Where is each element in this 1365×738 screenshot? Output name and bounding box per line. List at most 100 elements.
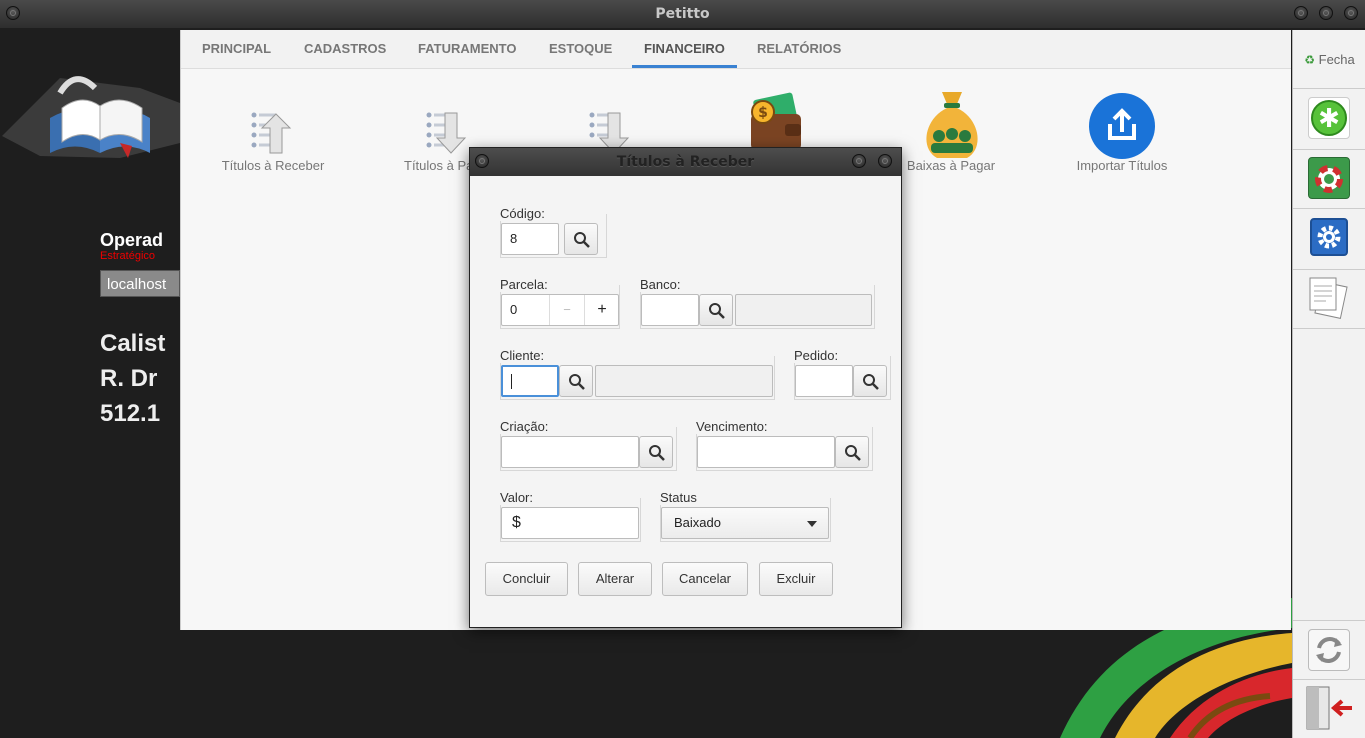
excluir-button[interactable]: Excluir [759, 562, 833, 596]
vencimento-search-button[interactable] [835, 436, 869, 468]
lifebuoy-icon [1315, 165, 1343, 193]
pedido-input[interactable] [795, 365, 853, 397]
gear-icon [1317, 225, 1341, 249]
wallet-icon: $ [751, 92, 801, 150]
codigo-label: Código: [500, 206, 545, 221]
cancelar-button[interactable]: Cancelar [662, 562, 748, 596]
tab-financeiro[interactable]: FINANCEIRO [632, 30, 737, 68]
concluir-button[interactable]: Concluir [485, 562, 568, 596]
cliente-search-button[interactable] [559, 365, 593, 397]
banco-input[interactable] [641, 294, 699, 326]
settings-button[interactable] [1310, 218, 1348, 256]
banco-name-field [735, 294, 872, 326]
search-icon [574, 232, 590, 248]
money-bag-icon [926, 92, 978, 158]
dialog-menu-icon[interactable] [475, 154, 489, 168]
tool-importar-titulos[interactable]: Importar Títulos [1057, 88, 1187, 173]
svg-text:✱: ✱ [1318, 104, 1340, 134]
banco-search-button[interactable] [699, 294, 733, 326]
operator-label: Operad [100, 230, 164, 250]
company-document: 512.1 [100, 400, 161, 427]
fecha-button[interactable]: ♻ Fecha [1293, 30, 1365, 89]
add-icon: ✱ [1311, 100, 1347, 136]
titulos-receber-dialog: Títulos à Receber Código: 8 Parcela: 0 −… [469, 147, 902, 628]
status-value: Baixado [674, 515, 721, 530]
alterar-button[interactable]: Alterar [578, 562, 652, 596]
help-button[interactable] [1308, 157, 1350, 199]
criacao-label: Criação: [500, 419, 549, 434]
tab-faturamento[interactable]: FATURAMENTO [406, 30, 528, 68]
rb-slot-docs [1293, 270, 1365, 329]
parcela-stepper[interactable]: 0 − + [501, 294, 619, 326]
cliente-name-field [595, 365, 773, 397]
window-titlebar: Petitto [0, 0, 1365, 28]
codigo-input[interactable]: 8 [501, 223, 559, 255]
tab-bar: PRINCIPAL CADASTROS FATURAMENTO ESTOQUE … [181, 30, 1291, 69]
parcela-label: Parcela: [500, 277, 548, 292]
text-cursor [511, 374, 512, 389]
tab-principal[interactable]: PRINCIPAL [190, 30, 283, 68]
rb-slot-refresh [1293, 620, 1365, 680]
minimize-icon[interactable] [1294, 6, 1308, 20]
criacao-search-button[interactable] [639, 436, 673, 468]
exit-icon[interactable] [1304, 683, 1354, 733]
svg-text:$: $ [758, 105, 768, 121]
dialog-titlebar: Títulos à Receber [470, 148, 901, 176]
search-icon [569, 374, 585, 390]
vencimento-input[interactable] [697, 436, 835, 468]
window-menu-icon[interactable] [6, 6, 20, 20]
tab-relatorios[interactable]: RELATÓRIOS [745, 30, 853, 68]
list-upload-icon [251, 112, 292, 154]
documents-icon[interactable] [1304, 274, 1354, 324]
criacao-input[interactable] [501, 436, 639, 468]
tool-titulos-receber-label: Títulos à Receber [221, 158, 325, 173]
recycle-icon: ♻ [1304, 53, 1315, 67]
tool-baixas-pagar-label: Baixas à Pagar [906, 158, 996, 173]
refresh-button[interactable] [1308, 629, 1350, 671]
host-field: localhost [100, 270, 180, 297]
codigo-search-button[interactable] [564, 223, 598, 255]
tab-estoque[interactable]: ESTOQUE [537, 30, 624, 68]
book-logo-icon [2, 76, 180, 158]
rb-slot-exit [1293, 679, 1365, 738]
refresh-icon [1316, 637, 1342, 663]
status-select[interactable]: Baixado [661, 507, 829, 539]
tool-importar-titulos-label: Importar Títulos [1076, 158, 1168, 173]
company-name: Calist [100, 330, 166, 357]
rb-slot-add: ✱ [1293, 89, 1365, 150]
vencimento-label: Vencimento: [696, 419, 768, 434]
parcela-value: 0 [510, 302, 518, 317]
rb-slot-settings [1293, 209, 1365, 270]
valor-label: Valor: [500, 490, 533, 505]
cliente-label: Cliente: [500, 348, 545, 363]
tab-cadastros[interactable]: CADASTROS [292, 30, 398, 68]
maximize-icon[interactable] [1319, 6, 1333, 20]
tool-baixas-pagar[interactable]: Baixas à Pagar [886, 88, 1016, 173]
window-title: Petitto [655, 6, 710, 22]
close-icon[interactable] [1344, 6, 1358, 20]
chevron-down-icon [807, 521, 817, 527]
search-icon [649, 445, 665, 461]
parcela-decrement-button[interactable]: − [549, 295, 584, 325]
pedido-label: Pedido: [794, 348, 839, 363]
role-label: Estratégico [100, 250, 156, 262]
rb-slot-help [1293, 150, 1365, 209]
search-icon [863, 374, 879, 390]
cliente-input[interactable] [501, 365, 559, 397]
pedido-search-button[interactable] [853, 365, 887, 397]
dialog-close-icon[interactable] [878, 154, 892, 168]
right-toolbar: ♻ Fecha ✱ [1292, 30, 1365, 738]
add-button[interactable]: ✱ [1308, 97, 1350, 139]
fecha-label: Fecha [1318, 52, 1355, 67]
banco-label: Banco: [640, 277, 681, 292]
company-address: R. Dr [100, 365, 158, 392]
valor-input[interactable]: $ [501, 507, 639, 539]
search-icon [845, 445, 861, 461]
import-icon [1089, 93, 1155, 159]
tool-titulos-receber[interactable]: Títulos à Receber [208, 88, 338, 173]
currency-symbol: $ [512, 514, 521, 531]
dialog-minimize-icon[interactable] [852, 154, 866, 168]
search-icon [709, 303, 725, 319]
parcela-increment-button[interactable]: + [584, 295, 619, 325]
dialog-title: Títulos à Receber [616, 154, 755, 170]
